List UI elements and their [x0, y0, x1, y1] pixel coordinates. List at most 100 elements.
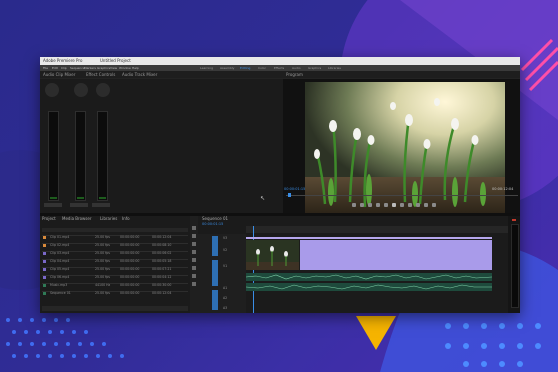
panel-tab-row: Audio Clip Mixer Effect Controls Audio T… — [40, 71, 520, 78]
track-target-a[interactable] — [212, 290, 218, 310]
timeline-panel: Sequence 01 00:00:01:15 V3 V2 V1 A1 A2 A… — [198, 216, 508, 313]
extract-button[interactable] — [424, 203, 428, 207]
step-forward-button[interactable] — [400, 203, 404, 207]
project-item-start: 00:00:00:00 — [120, 291, 140, 295]
project-item-rate: 25.00 fps — [95, 259, 110, 263]
play-button[interactable] — [392, 203, 396, 207]
project-item-name[interactable]: Clip 02.mp4 — [50, 243, 69, 248]
tab-effect-controls[interactable]: Effect Controls — [86, 71, 115, 78]
track-label-a3: A3 — [223, 306, 228, 310]
audio-meter-a3 — [97, 111, 108, 201]
track-label-a1: A1 — [223, 286, 228, 290]
pan-knob-a2[interactable] — [74, 83, 88, 97]
project-item-rate: 25.00 fps — [95, 235, 110, 239]
master-audio-meters — [508, 216, 520, 313]
project-item-name[interactable]: Clip 04.mp4 — [50, 259, 69, 264]
project-item-rate: 25.00 fps — [95, 291, 110, 295]
project-item-end: 00:00:05:18 — [152, 259, 172, 263]
project-item-start: 00:00:00:00 — [120, 251, 140, 255]
project-item-end: 00:00:12:04 — [152, 235, 172, 239]
project-item-rate: 25.00 fps — [95, 243, 110, 247]
premiere-window: Adobe Premiere Pro Untitled Project File… — [40, 57, 520, 313]
program-timecode-in[interactable]: 00:00:01:15 — [284, 187, 305, 192]
audio-waveform-a1 — [246, 274, 492, 280]
hand-tool-icon[interactable] — [192, 274, 196, 278]
export-frame-button[interactable] — [432, 203, 436, 207]
project-item-name[interactable]: Sequence 01 — [50, 291, 71, 296]
project-item-end: 00:00:30:00 — [152, 283, 172, 287]
project-item-start: 00:00:00:00 — [120, 243, 140, 247]
program-playhead[interactable] — [288, 193, 291, 197]
title-bar: Adobe Premiere Pro Untitled Project — [40, 57, 520, 65]
track-label-a1 — [44, 203, 62, 207]
audio-track-mixer-panel: ↖ — [40, 79, 283, 213]
track-target-v1[interactable] — [212, 260, 218, 286]
timeline-timecode[interactable]: 00:00:01:15 — [202, 222, 223, 227]
timeline-ruler[interactable] — [246, 226, 508, 233]
track-label-v3: V3 — [223, 236, 228, 240]
tab-info[interactable]: Info — [122, 216, 130, 222]
app-title: Adobe Premiere Pro — [43, 58, 83, 63]
video-clip-thumbnail[interactable] — [246, 240, 299, 270]
dot-pattern-right — [445, 323, 541, 367]
selection-tool-icon[interactable] — [192, 226, 196, 230]
tab-media-browser[interactable]: Media Browser — [62, 216, 92, 222]
project-item-name[interactable]: Clip 01.mp4 — [50, 235, 69, 240]
audio-waveform-a2 — [246, 284, 492, 290]
track-label-a2: A2 — [223, 296, 228, 300]
program-timecode-out: 00:00:12:04 — [492, 187, 514, 191]
go-to-in-button[interactable] — [376, 203, 380, 207]
mark-in-button[interactable] — [360, 203, 364, 207]
go-to-out-button[interactable] — [408, 203, 412, 207]
adjustment-clip[interactable] — [246, 237, 492, 239]
track-target-v[interactable] — [212, 236, 218, 256]
program-scrub-bar[interactable] — [286, 195, 518, 196]
tools-panel — [190, 216, 198, 313]
project-item-name[interactable]: Clip 03.mp4 — [50, 251, 69, 256]
video-clip-v1[interactable] — [300, 240, 492, 270]
label-color-icon — [43, 252, 46, 255]
project-item-end: 00:00:06:02 — [152, 251, 172, 255]
razor-tool-icon[interactable] — [192, 250, 196, 254]
type-tool-icon[interactable] — [192, 282, 196, 286]
project-item-name[interactable]: Music.mp3 — [50, 283, 67, 288]
pan-knob-a1[interactable] — [45, 83, 59, 97]
tab-audio-track-mixer[interactable]: Audio Track Mixer — [122, 71, 157, 78]
project-item-rate: 25.00 fps — [95, 267, 110, 271]
label-color-icon — [43, 268, 46, 271]
ripple-edit-tool-icon[interactable] — [192, 242, 196, 246]
audio-meter-a1 — [48, 111, 59, 201]
master-meter — [511, 224, 519, 308]
project-item-name[interactable]: Clip 05.mp4 — [50, 267, 69, 272]
slip-tool-icon[interactable] — [192, 258, 196, 262]
clip-indicator — [512, 219, 516, 221]
pan-knob-a3[interactable] — [96, 83, 110, 97]
track-label-v2: V2 — [223, 248, 228, 252]
project-item-start: 00:00:00:00 — [120, 235, 140, 239]
project-item-rate: 44100 Hz — [95, 283, 111, 287]
marker-button[interactable] — [352, 203, 356, 207]
project-panel: Project Media Browser Libraries Info Cli… — [40, 216, 190, 313]
project-item-start: 00:00:00:00 — [120, 259, 140, 263]
project-name: Untitled Project — [100, 58, 131, 63]
track-headers: V3 V2 V1 A1 A2 A3 — [198, 234, 246, 313]
label-color-icon — [43, 284, 46, 287]
tab-project[interactable]: Project — [42, 216, 56, 222]
step-back-button[interactable] — [384, 203, 388, 207]
mark-out-button[interactable] — [368, 203, 372, 207]
pen-tool-icon[interactable] — [192, 266, 196, 270]
project-footer-toolbar — [42, 306, 188, 311]
track-label-v1: V1 — [223, 264, 228, 268]
project-item-rate: 25.00 fps — [95, 251, 110, 255]
project-item-name[interactable]: Clip 06.mp4 — [50, 275, 69, 280]
project-item-end: 00:00:12:04 — [152, 291, 172, 295]
tab-libraries[interactable]: Libraries — [100, 216, 117, 222]
track-select-tool-icon[interactable] — [192, 234, 196, 238]
tab-program-monitor[interactable]: Program — [286, 71, 303, 78]
lift-button[interactable] — [416, 203, 420, 207]
dot-pattern-left — [6, 318, 124, 358]
tab-audio-clip-mixer[interactable]: Audio Clip Mixer — [43, 71, 75, 78]
label-color-icon — [43, 244, 46, 247]
label-color-icon — [43, 236, 46, 239]
project-item-start: 00:00:00:00 — [120, 267, 140, 271]
